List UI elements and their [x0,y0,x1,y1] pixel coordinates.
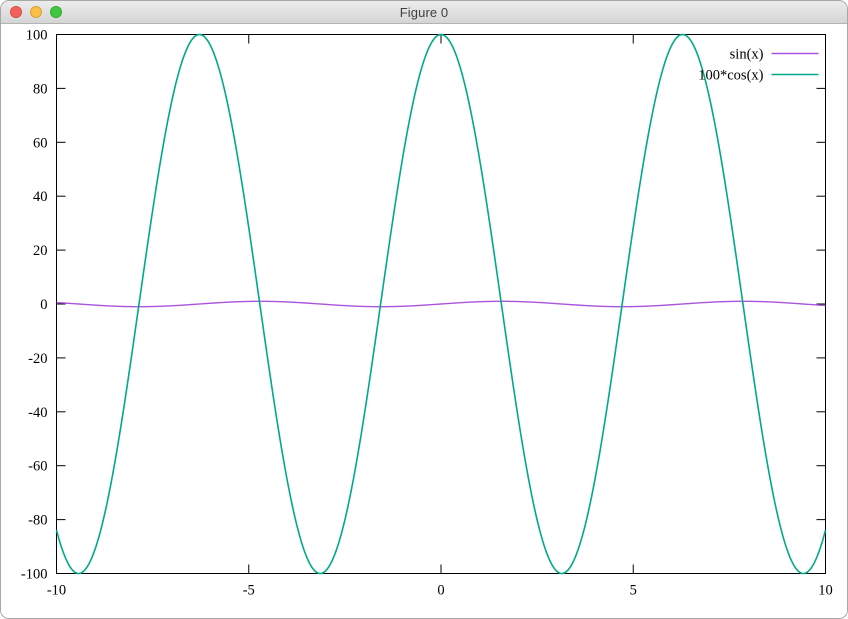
sin-curve [57,301,826,306]
y-tick-label: 0 [40,297,47,313]
plot-area: -10 -5 0 5 10 -100 -80 -60 -40 -20 0 20 40 60 80 100 sin… [1,24,847,618]
zoom-button[interactable] [50,6,62,18]
traffic-lights [10,1,62,23]
x-tick-label: -10 [47,583,66,599]
titlebar[interactable]: Figure 0 [1,1,847,24]
figure-window: Figure 0 -10 -5 0 5 10 -100 -80 -60 -40 -20 0 20 40 6… [0,0,848,619]
minimize-button[interactable] [30,6,42,18]
y-tick-label: -40 [28,405,47,421]
y-tick-label: 60 [33,135,48,151]
y-tick-label: -80 [28,513,47,529]
y-tick-label: 20 [33,243,48,259]
x-tick-label: 0 [437,583,444,599]
x-tick-label: 10 [818,583,833,599]
y-tick-label: -60 [28,459,47,475]
x-tick-label: 5 [630,583,637,599]
y-tick-label: 40 [33,189,48,205]
x-tick-label: -5 [243,583,255,599]
y-tick-label: -20 [28,351,47,367]
window-title: Figure 0 [400,5,449,20]
y-tick-label: 80 [33,81,48,97]
y-tick-label: 100 [26,28,48,44]
y-tick-label: -100 [21,567,48,583]
close-button[interactable] [10,6,22,18]
legend-label: sin(x) [730,47,764,63]
plot-canvas: -10 -5 0 5 10 -100 -80 -60 -40 -20 0 20 40 60 80 100 sin… [1,24,848,619]
legend-label: 100*cos(x) [698,68,763,84]
